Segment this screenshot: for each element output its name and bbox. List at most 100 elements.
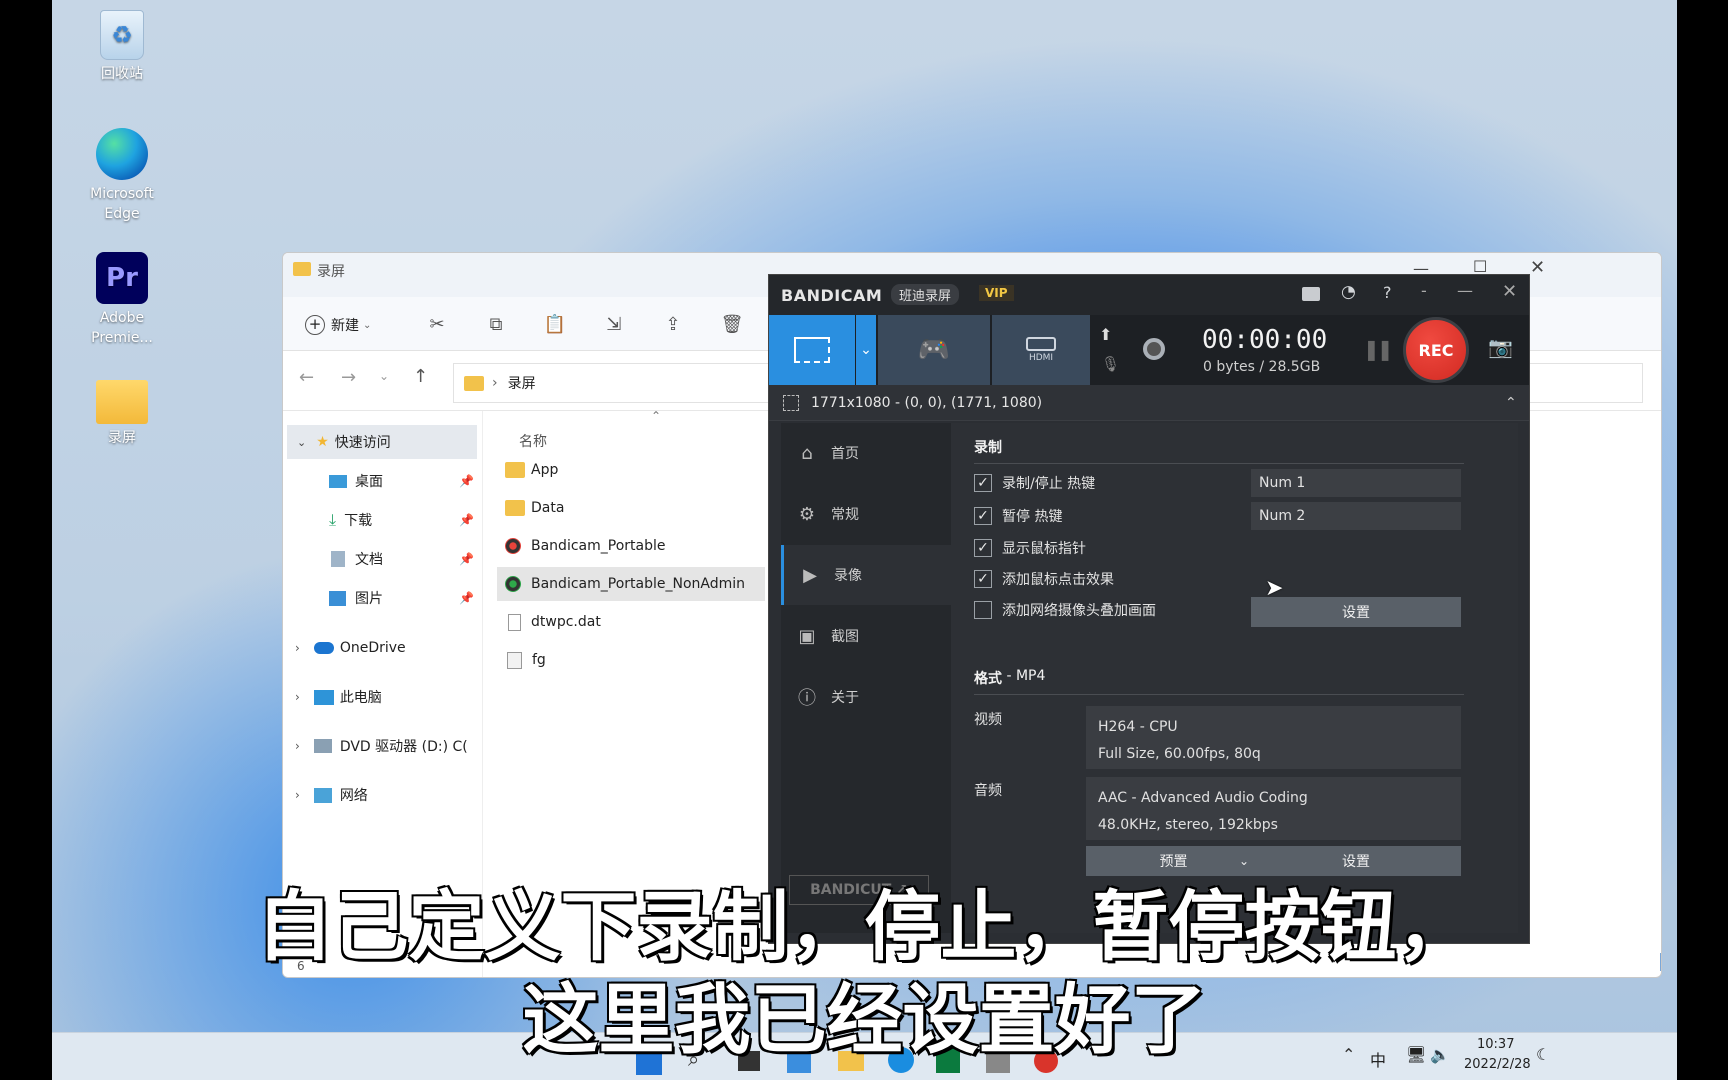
microphone-icon[interactable]: 🎙: [1101, 355, 1120, 373]
game-mode-button[interactable]: 🎮: [878, 315, 990, 385]
desktop-icon-folder[interactable]: 录屏: [74, 380, 170, 448]
screen-mode-button[interactable]: [769, 315, 855, 385]
file-name: dtwpc.dat: [531, 614, 601, 630]
sidebar-item-about[interactable]: ⓘ 关于: [781, 667, 951, 727]
close-button[interactable]: ✕: [1530, 257, 1545, 278]
download-icon: ⤓: [329, 510, 337, 529]
rec-button[interactable]: REC: [1403, 317, 1469, 383]
chevron-up-icon[interactable]: ⌃: [1505, 395, 1517, 411]
sort-up-icon[interactable]: ⌃: [651, 409, 661, 423]
hotkey-pause-field[interactable]: Num 2: [1251, 502, 1461, 530]
nav-label: 文档: [355, 552, 383, 568]
option-row[interactable]: ✓ 暂停 热键: [974, 504, 1062, 528]
close-button[interactable]: ✕: [1502, 281, 1517, 302]
forward-arrow-icon[interactable]: →: [341, 367, 356, 388]
gear-icon: ⚙: [798, 503, 816, 525]
format-settings-button[interactable]: 设置: [1251, 846, 1461, 876]
divider: [974, 694, 1464, 695]
share-icon[interactable]: ⇪: [659, 311, 687, 339]
audio-label: 音频: [974, 783, 1002, 799]
webcam-settings-button[interactable]: 设置: [1251, 597, 1461, 627]
option-label: 暂停 热键: [1002, 509, 1063, 525]
screen-mode-dropdown[interactable]: ⌄: [856, 315, 876, 385]
nav-item-quick-access[interactable]: ⌄ ★ 快速访问: [287, 425, 477, 459]
desktop-icon-label: Microsoft Edge: [90, 186, 154, 222]
dvd-icon: [313, 739, 332, 753]
button-label: 设置: [1342, 605, 1370, 621]
checkbox-checked[interactable]: ✓: [974, 507, 992, 525]
record-section-title: 录制: [974, 440, 1002, 456]
pin-icon[interactable]: 📌: [459, 591, 474, 605]
option-row[interactable]: ✓ 录制/停止 热键: [974, 471, 1095, 495]
hotkey-record-field[interactable]: Num 1: [1251, 469, 1461, 497]
help-icon[interactable]: ?: [1383, 283, 1392, 302]
sidebar-item-video[interactable]: ▶ 录像: [781, 545, 951, 605]
pin-icon[interactable]: 📌: [459, 513, 474, 527]
file-name: fg: [532, 652, 546, 668]
up-arrow-icon[interactable]: ↑: [413, 366, 428, 387]
nav-label: 图片: [355, 591, 383, 607]
new-button[interactable]: + 新建 ⌄: [305, 311, 371, 339]
bandicam-sidebar: ⌂ 首页 ⚙ 常规 ▶ 录像 ▣ 截图 ⓘ 关于 BANDICUT ↗: [781, 423, 951, 933]
folder-icon[interactable]: [1302, 287, 1320, 301]
checkbox-checked[interactable]: ✓: [974, 474, 992, 492]
collapse-button[interactable]: -: [1421, 281, 1427, 300]
desktop-icon-edge[interactable]: Microsoft Edge: [74, 128, 170, 224]
sidebar-item-general[interactable]: ⚙ 常规: [781, 484, 951, 544]
file-item-selected[interactable]: Bandicam_Portable_NonAdmin: [497, 567, 765, 601]
folder-icon: [505, 500, 525, 516]
nav-item-pictures[interactable]: 图片 📌: [283, 581, 483, 615]
nav-item-downloads[interactable]: ⤓ 下载 📌: [283, 503, 483, 537]
option-row[interactable]: 添加网络摄像头叠加画面: [974, 598, 1156, 622]
paste-icon[interactable]: 📋: [541, 311, 569, 339]
pause-button[interactable]: ❚❚: [1363, 337, 1393, 361]
cursor-record-icon[interactable]: ⬆: [1099, 325, 1112, 344]
window-title: 录屏: [317, 264, 345, 280]
copy-icon[interactable]: ⧉: [482, 311, 510, 339]
nav-item-desktop[interactable]: 桌面 📌: [283, 464, 483, 498]
file-name: Bandicam_Portable_NonAdmin: [531, 576, 745, 592]
folder-icon: [96, 380, 148, 424]
clock-icon[interactable]: ◔: [1341, 282, 1356, 302]
preset-dropdown[interactable]: 预置 ⌄: [1086, 846, 1261, 876]
pin-icon[interactable]: 📌: [459, 474, 474, 488]
bandicam-logo: BANDICAM: [781, 286, 883, 305]
column-header-name[interactable]: 名称: [519, 431, 547, 451]
desktop-icon-premiere[interactable]: Pr Adobe Premie...: [74, 252, 170, 348]
hotkey-value: Num 1: [1259, 475, 1306, 491]
desktop-icon-recycle-bin[interactable]: ♻ 回收站: [74, 10, 170, 84]
webcam-overlay-button[interactable]: [1124, 325, 1184, 373]
checkbox-checked[interactable]: ✓: [974, 539, 992, 557]
file-item[interactable]: App: [497, 453, 765, 487]
chevron-down-icon: ⌄: [363, 319, 372, 331]
capture-area-text: 1771x1080 - (0, 0), (1771, 1080): [811, 394, 1043, 411]
file-item[interactable]: fg: [497, 643, 765, 677]
device-mode-button[interactable]: HDMI: [992, 315, 1090, 385]
option-row[interactable]: ✓ 显示鼠标指针: [974, 536, 1086, 560]
recent-dropdown-icon[interactable]: ⌄: [379, 369, 389, 383]
file-item[interactable]: dtwpc.dat: [497, 605, 765, 639]
sidebar-item-image[interactable]: ▣ 截图: [781, 606, 951, 666]
nav-label: 桌面: [355, 474, 383, 490]
bandicam-app-icon: [505, 538, 521, 554]
nav-item-this-pc[interactable]: › 此电脑: [283, 680, 483, 714]
cut-icon[interactable]: ✂: [423, 311, 451, 339]
picture-icon: [329, 590, 346, 606]
checkbox-unchecked[interactable]: [974, 601, 992, 619]
file-item[interactable]: Data: [497, 491, 765, 525]
hotkey-value: Num 2: [1259, 508, 1306, 524]
delete-icon[interactable]: 🗑: [718, 311, 746, 339]
nav-item-onedrive[interactable]: › OneDrive: [283, 631, 483, 665]
option-row[interactable]: ✓ 添加鼠标点击效果: [974, 567, 1114, 591]
minimize-button[interactable]: —: [1457, 281, 1473, 300]
camera-screenshot-icon[interactable]: 📷: [1488, 335, 1513, 359]
nav-item-network[interactable]: › 网络: [283, 778, 483, 812]
pin-icon[interactable]: 📌: [459, 552, 474, 566]
back-arrow-icon[interactable]: ←: [299, 367, 314, 388]
file-item[interactable]: Bandicam_Portable: [497, 529, 765, 563]
checkbox-checked[interactable]: ✓: [974, 570, 992, 588]
nav-item-documents[interactable]: 文档 📌: [283, 542, 483, 576]
sidebar-item-home[interactable]: ⌂ 首页: [781, 423, 951, 483]
nav-item-dvd[interactable]: › DVD 驱动器 (D:) C(: [283, 729, 483, 763]
rename-icon[interactable]: ⇲: [600, 311, 628, 339]
